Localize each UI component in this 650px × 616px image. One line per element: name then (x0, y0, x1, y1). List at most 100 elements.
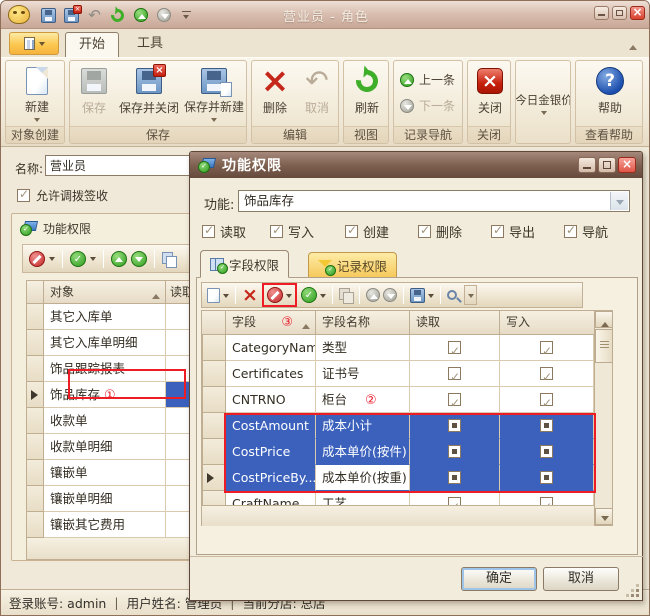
move-up-icon[interactable] (366, 288, 380, 302)
table-row-selected[interactable]: CostAmount 成本小计 (202, 413, 594, 439)
search-icon[interactable] (447, 290, 457, 300)
write-cell-checkbox[interactable] (540, 419, 553, 432)
move-up-icon[interactable] (111, 251, 127, 267)
close-form-button[interactable]: 关闭 (470, 63, 510, 125)
read-cell-checkbox[interactable] (448, 445, 461, 458)
delete-icon[interactable] (242, 287, 258, 303)
dialog-close-button[interactable] (618, 157, 636, 173)
help-button[interactable]: 帮助 (588, 63, 632, 125)
column-header-write[interactable]: 写入 (500, 311, 594, 335)
ribbon-group-object-create: 新建 对象创建 (5, 60, 65, 144)
delete-permission-checkbox[interactable] (418, 225, 431, 238)
section-title: 功能权限 (43, 220, 91, 237)
save-and-close-button-large[interactable]: 保存并关闭 (116, 63, 182, 125)
write-permission-checkbox[interactable] (270, 225, 283, 238)
allow-transfer-checkbox[interactable] (17, 189, 30, 202)
table-row[interactable]: Certificates 证书号 (202, 361, 594, 387)
close-button[interactable] (630, 6, 645, 20)
ribbon-group-record-navigation: 上一条 下一条 记录导航 (393, 60, 463, 144)
today-gold-price-button[interactable]: 今日金银价 (516, 63, 571, 141)
ribbon-group-save: 保存 保存并关闭 保存并新建 保存 (69, 60, 247, 144)
new-button[interactable]: 新建 (14, 63, 60, 125)
refresh-button-large[interactable]: 刷新 (346, 63, 388, 125)
tab-record-permissions[interactable]: 记录权限 (308, 252, 397, 278)
read-cell-checkbox[interactable] (448, 367, 461, 380)
tab-field-permissions[interactable]: 字段权限 (200, 250, 289, 278)
resize-grip[interactable] (629, 587, 639, 597)
group-label: 对象创建 (6, 126, 64, 143)
chevron-down-icon[interactable] (428, 294, 434, 301)
read-cell-checkbox[interactable] (448, 341, 461, 354)
toolbar-overflow-icon[interactable] (464, 285, 477, 305)
permission-checkbox-row: 读取 写入 创建 删除 导出 导航 (190, 222, 644, 238)
chevron-down-icon[interactable] (49, 257, 55, 264)
delete-button[interactable]: 删除 (254, 63, 296, 125)
scroll-down-icon[interactable] (595, 508, 613, 525)
copy-icon[interactable] (162, 252, 176, 266)
tab-start[interactable]: 开始 (65, 32, 119, 57)
previous-record-button-ribbon[interactable]: 上一条 (400, 71, 455, 88)
dialog-maximize-button[interactable] (598, 157, 616, 173)
column-header-field[interactable]: 字段 ③ (226, 311, 316, 335)
write-cell-checkbox[interactable] (540, 445, 553, 458)
button-label: 关闭 (478, 99, 502, 116)
chevron-down-icon[interactable] (223, 294, 229, 301)
cancel-button[interactable]: 取消 (296, 63, 338, 125)
write-cell-checkbox[interactable] (540, 393, 553, 406)
function-combobox[interactable]: 饰品库存 (238, 190, 630, 212)
move-down-icon[interactable] (131, 251, 147, 267)
copy-icon[interactable] (339, 288, 353, 302)
allow-icon[interactable] (70, 251, 86, 267)
button-label: 保存 (82, 99, 106, 116)
read-cell-checkbox[interactable] (448, 419, 461, 432)
group-label: 视图 (344, 126, 388, 143)
read-cell-checkbox[interactable] (448, 497, 461, 505)
scroll-up-icon[interactable] (595, 311, 613, 328)
read-cell-checkbox[interactable] (448, 471, 461, 484)
table-row[interactable]: CraftName 工艺 (202, 491, 594, 505)
undo-icon (305, 67, 328, 95)
table-row[interactable]: CNTRNO 柜台 ② (202, 387, 594, 413)
column-header-read[interactable]: 读取 (410, 311, 500, 335)
dialog-minimize-button[interactable] (578, 157, 596, 173)
deny-icon[interactable] (29, 251, 45, 267)
move-down-icon[interactable] (383, 288, 397, 302)
application-menu-button[interactable] (9, 32, 59, 55)
tab-tools[interactable]: 工具 (123, 32, 177, 57)
read-cell-checkbox[interactable] (448, 393, 461, 406)
next-record-button-ribbon[interactable]: 下一条 (400, 97, 455, 114)
collapse-ribbon-icon[interactable] (627, 37, 639, 45)
write-cell-checkbox[interactable] (540, 471, 553, 484)
scrollbar-thumb[interactable] (595, 329, 613, 363)
navigate-permission-checkbox[interactable] (564, 225, 577, 238)
name-label: 名称: (15, 160, 43, 177)
allow-icon[interactable] (301, 287, 317, 303)
export-icon[interactable] (410, 288, 425, 303)
deny-icon[interactable] (267, 287, 283, 303)
column-header-object[interactable]: 对象 (44, 280, 166, 304)
read-permission-checkbox[interactable] (202, 225, 215, 238)
table-row-selected[interactable]: CostPrice 成本单价(按件) (202, 439, 594, 465)
export-permission-checkbox[interactable] (491, 225, 504, 238)
save-button-large[interactable]: 保存 (72, 63, 116, 125)
save-and-new-button-large[interactable]: 保存并新建 (182, 63, 246, 125)
new-icon[interactable] (207, 288, 220, 303)
create-permission-checkbox[interactable] (345, 225, 358, 238)
maximize-button[interactable] (612, 6, 627, 20)
chevron-down-icon[interactable] (90, 257, 96, 264)
list-corner-cell (26, 280, 44, 304)
write-cell-checkbox[interactable] (540, 367, 553, 380)
chevron-down-icon[interactable] (320, 294, 326, 301)
table-row[interactable]: CategoryName 类型 (202, 335, 594, 361)
combobox-arrow-icon[interactable] (610, 192, 628, 210)
column-header-field-name[interactable]: 字段名称 (316, 311, 410, 335)
chevron-down-icon[interactable] (286, 294, 292, 301)
table-row-selected-current[interactable]: CostPriceBy... 成本单价(按重) (202, 465, 594, 491)
cancel-button[interactable]: 取消 (543, 567, 619, 591)
write-cell-checkbox[interactable] (540, 341, 553, 354)
write-cell-checkbox[interactable] (540, 497, 553, 505)
ok-button[interactable]: 确定 (461, 567, 537, 591)
ribbon-tab-strip: 开始 工具 (1, 29, 650, 57)
minimize-button[interactable] (594, 6, 609, 20)
vertical-scrollbar[interactable] (594, 311, 612, 525)
